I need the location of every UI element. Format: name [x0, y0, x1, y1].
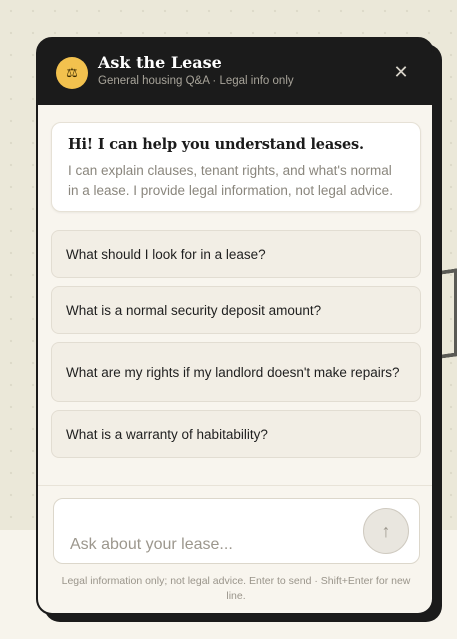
- suggestion-button[interactable]: What are my rights if my landlord doesn'…: [51, 342, 421, 402]
- chat-body: Hi! I can help you understand leases. I …: [38, 105, 432, 613]
- chat-panel: ⚖ Ask the Lease General housing Q&A · Le…: [36, 37, 434, 615]
- suggestion-button[interactable]: What should I look for in a lease?: [51, 230, 421, 278]
- message-input[interactable]: [68, 533, 352, 557]
- chat-subtitle: General housing Q&A · Legal info only: [98, 75, 294, 87]
- welcome-heading: Hi! I can help you understand leases.: [68, 136, 364, 153]
- disclaimer-footnote: Legal information only; not legal advice…: [61, 575, 411, 602]
- composer-divider: [38, 485, 432, 486]
- close-icon[interactable]: ✕: [392, 63, 410, 81]
- chat-title: Ask the Lease: [98, 53, 222, 72]
- suggestion-button[interactable]: What is a normal security deposit amount…: [51, 286, 421, 334]
- welcome-message: Hi! I can help you understand leases. I …: [51, 122, 421, 212]
- message-composer: ↑: [53, 498, 420, 564]
- scales-icon: ⚖: [56, 57, 88, 89]
- arrow-up-icon: ↑: [381, 520, 391, 541]
- chat-header: ⚖ Ask the Lease General housing Q&A · Le…: [38, 39, 432, 105]
- welcome-text: I can explain clauses, tenant rights, an…: [68, 163, 393, 198]
- suggestion-button[interactable]: What is a warranty of habitability?: [51, 410, 421, 458]
- send-button[interactable]: ↑: [363, 508, 409, 554]
